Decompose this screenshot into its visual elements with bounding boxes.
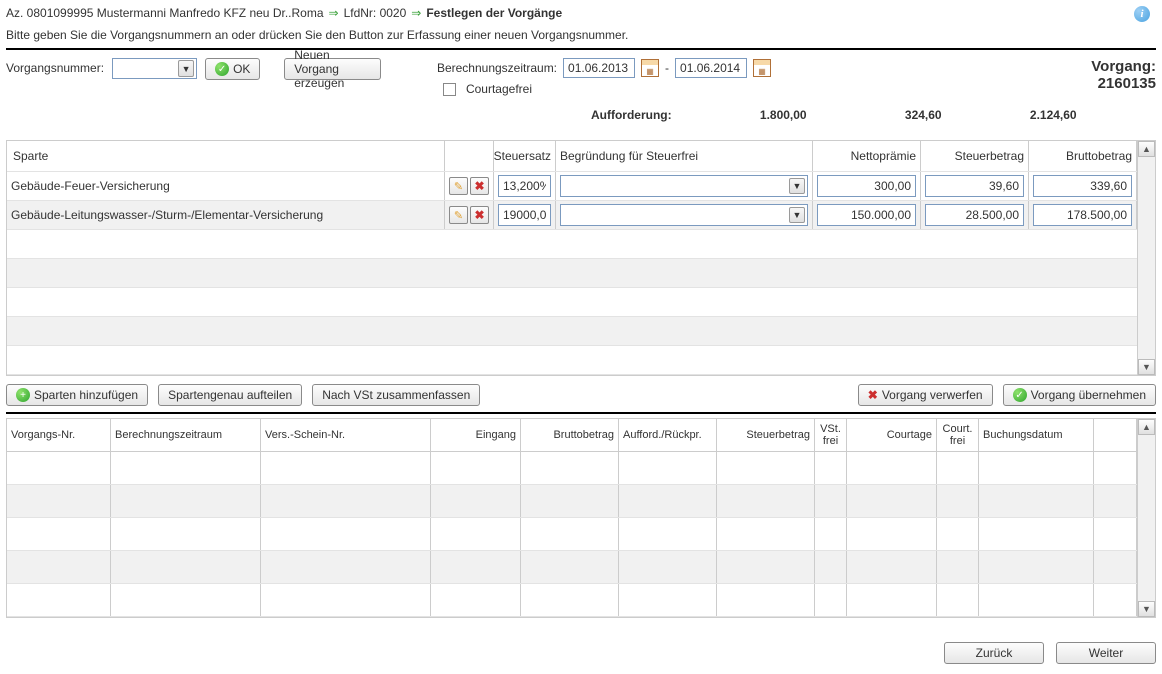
col-courtfrei[interactable]: Court.frei: [937, 419, 979, 451]
col-nettopraemie[interactable]: Nettoprämie: [813, 141, 921, 171]
col-buchungsdatum[interactable]: Buchungsdatum: [979, 419, 1094, 451]
col-brutto[interactable]: Bruttobetrag: [521, 419, 619, 451]
begruendung-select[interactable]: ▼: [560, 175, 808, 197]
courtagefrei-label: Courtagefrei: [466, 82, 532, 96]
steuersatz-input[interactable]: [498, 204, 551, 226]
pencil-icon: ✎: [454, 209, 463, 222]
col-bruttobetrag[interactable]: Bruttobetrag: [1029, 141, 1137, 171]
instruction-text: Bitte geben Sie die Vorgangsnummern an o…: [6, 26, 1156, 46]
ok-button-label: OK: [233, 62, 250, 76]
check-icon: ✓: [215, 62, 229, 76]
berechnungszeitraum-label: Berechnungszeitraum:: [437, 61, 557, 75]
vorgang-uebernehmen-button[interactable]: ✓ Vorgang übernehmen: [1003, 384, 1156, 406]
col-courtage[interactable]: Courtage: [847, 419, 937, 451]
weiter-button[interactable]: Weiter: [1056, 642, 1156, 664]
chevron-down-icon: ▼: [789, 207, 805, 223]
brutto-input[interactable]: [1033, 204, 1132, 226]
delete-icon: ✖: [474, 208, 484, 222]
col-vorgangsnr[interactable]: Vorgangs-Nr.: [7, 419, 111, 451]
ok-button[interactable]: ✓ OK: [205, 58, 260, 80]
courtagefrei-checkbox[interactable]: [443, 83, 456, 96]
delete-icon: ✖: [868, 388, 878, 402]
col-steuerbetrag[interactable]: Steuerbetrag: [717, 419, 815, 451]
chevron-down-icon: ▼: [789, 178, 805, 194]
vorgang-header: Vorgang: 2160135: [1085, 58, 1156, 92]
scroll-down-icon[interactable]: ▼: [1138, 601, 1155, 617]
aufforderung-netto: 1.800,00: [702, 108, 807, 122]
date-to-input[interactable]: [675, 58, 747, 78]
breadcrumb-seg1: Az. 0801099995 Mustermanni Manfredo KFZ …: [6, 6, 324, 20]
col-begruendung[interactable]: Begründung für Steuerfrei: [556, 141, 813, 171]
aufforderung-brutto: 2.124,60: [972, 108, 1077, 122]
col-vstfrei[interactable]: VSt.frei: [815, 419, 847, 451]
delete-button[interactable]: ✖: [470, 206, 489, 224]
breadcrumb: Az. 0801099995 Mustermanni Manfredo KFZ …: [6, 4, 1156, 26]
pencil-icon: ✎: [454, 180, 463, 193]
spartengenau-button[interactable]: Spartengenau aufteilen: [158, 384, 302, 406]
col-steuersatz[interactable]: Steuersatz: [494, 141, 556, 171]
col-versschein[interactable]: Vers.-Schein-Nr.: [261, 419, 431, 451]
aufforderung-steuer: 324,60: [837, 108, 942, 122]
scroll-up-icon[interactable]: ▲: [1138, 419, 1155, 435]
col-sparte[interactable]: Sparte: [7, 141, 445, 171]
verwerfen-label: Vorgang verwerfen: [882, 388, 983, 402]
brutto-input[interactable]: [1033, 175, 1132, 197]
check-icon: ✓: [1013, 388, 1027, 402]
nach-vst-button[interactable]: Nach VSt zusammenfassen: [312, 384, 480, 406]
vorgangsnummer-select[interactable]: ▼: [112, 58, 197, 79]
netto-input[interactable]: [817, 204, 916, 226]
zurueck-button[interactable]: Zurück: [944, 642, 1044, 664]
col-aufford[interactable]: Aufford./Rückpr.: [619, 419, 717, 451]
date-from-input[interactable]: [563, 58, 635, 78]
calendar-icon[interactable]: ▦: [753, 59, 771, 77]
sparten-row: Gebäude-Feuer-Versicherung ✎ ✖ ▼: [7, 172, 1137, 201]
sparte-name: Gebäude-Leitungswasser-/Sturm-/Elementar…: [7, 201, 445, 229]
steuer-input[interactable]: [925, 175, 1024, 197]
col-steuerbetrag[interactable]: Steuerbetrag: [921, 141, 1029, 171]
col-eingang[interactable]: Eingang: [431, 419, 521, 451]
arrow-icon: ⇒: [411, 6, 421, 20]
sparte-name: Gebäude-Feuer-Versicherung: [7, 172, 445, 200]
neuen-vorgang-label: Neuen Vorgang erzeugen: [294, 48, 371, 90]
breadcrumb-seg2: LfdNr: 0020: [344, 6, 407, 20]
vorgangsnummer-label: Vorgangsnummer:: [6, 58, 104, 75]
date-separator: -: [665, 61, 669, 75]
uebernehmen-label: Vorgang übernehmen: [1031, 388, 1146, 402]
scroll-down-icon[interactable]: ▼: [1138, 359, 1155, 375]
scrollbar[interactable]: ▲ ▼: [1137, 419, 1155, 617]
sparten-hinzufuegen-label: Sparten hinzufügen: [34, 388, 138, 402]
sparten-hinzufuegen-button[interactable]: + Sparten hinzufügen: [6, 384, 148, 406]
chevron-down-icon: ▼: [178, 60, 194, 77]
delete-icon: ✖: [474, 179, 484, 193]
plus-icon: +: [16, 388, 30, 402]
calendar-icon[interactable]: ▦: [641, 59, 659, 77]
breadcrumb-seg3: Festlegen der Vorgänge: [426, 6, 562, 20]
vorgaenge-grid: Vorgangs-Nr. Berechnungszeitraum Vers.-S…: [6, 418, 1156, 618]
scrollbar[interactable]: ▲ ▼: [1137, 141, 1155, 375]
netto-input[interactable]: [817, 175, 916, 197]
steuer-input[interactable]: [925, 204, 1024, 226]
sparten-row: Gebäude-Leitungswasser-/Sturm-/Elementar…: [7, 201, 1137, 230]
info-icon[interactable]: i: [1134, 6, 1150, 22]
neuen-vorgang-button[interactable]: Neuen Vorgang erzeugen: [284, 58, 381, 80]
steuersatz-input[interactable]: [498, 175, 551, 197]
edit-button[interactable]: ✎: [449, 177, 468, 195]
vorgang-verwerfen-button[interactable]: ✖ Vorgang verwerfen: [858, 384, 993, 406]
begruendung-select[interactable]: ▼: [560, 204, 808, 226]
sparten-grid: Sparte Steuersatz Begründung für Steuerf…: [6, 140, 1156, 376]
aufforderung-label: Aufforderung:: [591, 108, 672, 122]
edit-button[interactable]: ✎: [449, 206, 468, 224]
col-zeitraum[interactable]: Berechnungszeitraum: [111, 419, 261, 451]
arrow-icon: ⇒: [329, 6, 339, 20]
scroll-up-icon[interactable]: ▲: [1138, 141, 1155, 157]
delete-button[interactable]: ✖: [470, 177, 489, 195]
